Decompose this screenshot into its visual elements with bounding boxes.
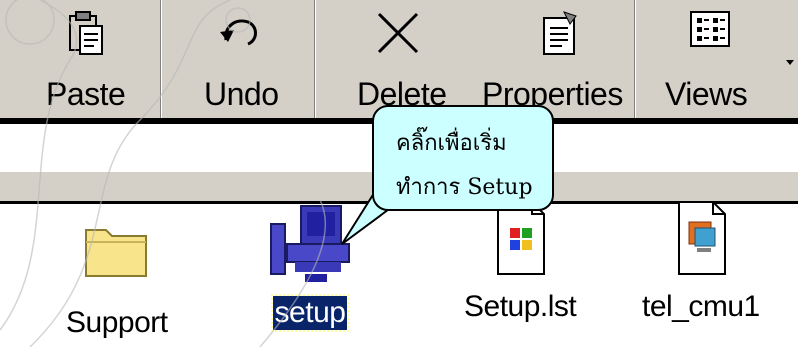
folder-icon (82, 214, 152, 284)
properties-button[interactable]: Properties (478, 0, 623, 118)
file-item-tel-cmu1[interactable]: tel_cmu1 (640, 198, 762, 324)
views-button[interactable]: Views (655, 0, 765, 118)
views-label: Views (665, 76, 748, 112)
file-label: setup (270, 294, 350, 332)
file-label: Setup.lst (464, 290, 577, 323)
paste-label: Paste (46, 76, 126, 112)
properties-icon (540, 10, 580, 61)
paste-icon (66, 10, 106, 63)
undo-button[interactable]: Undo (190, 0, 290, 118)
delete-x-icon (373, 10, 423, 61)
views-icon (689, 10, 731, 55)
toolbar-separator (160, 0, 162, 118)
file-item-support[interactable]: Support (64, 214, 170, 340)
file-item-setup-lst[interactable]: Setup.lst (462, 198, 578, 324)
undo-icon (216, 10, 264, 59)
media-file-icon (671, 198, 731, 278)
toolbar-separator (634, 0, 636, 118)
callout-text-line1: คลิ๊กเพื่อเริ่ม (396, 131, 507, 156)
instruction-callout: คลิ๊กเพื่อเริ่ม ทำการ Setup (372, 105, 554, 211)
file-label: tel_cmu1 (642, 290, 760, 323)
delete-button[interactable]: Delete (345, 0, 465, 118)
file-label: Support (66, 306, 168, 339)
toolbar: Paste Undo Delete Properties Views (0, 0, 798, 118)
toolbar-separator (314, 0, 316, 118)
paste-button[interactable]: Paste (40, 0, 130, 118)
undo-label: Undo (204, 76, 279, 112)
callout-text-line2: ทำการ Setup (396, 175, 533, 200)
views-dropdown-arrow-icon[interactable] (786, 60, 794, 65)
